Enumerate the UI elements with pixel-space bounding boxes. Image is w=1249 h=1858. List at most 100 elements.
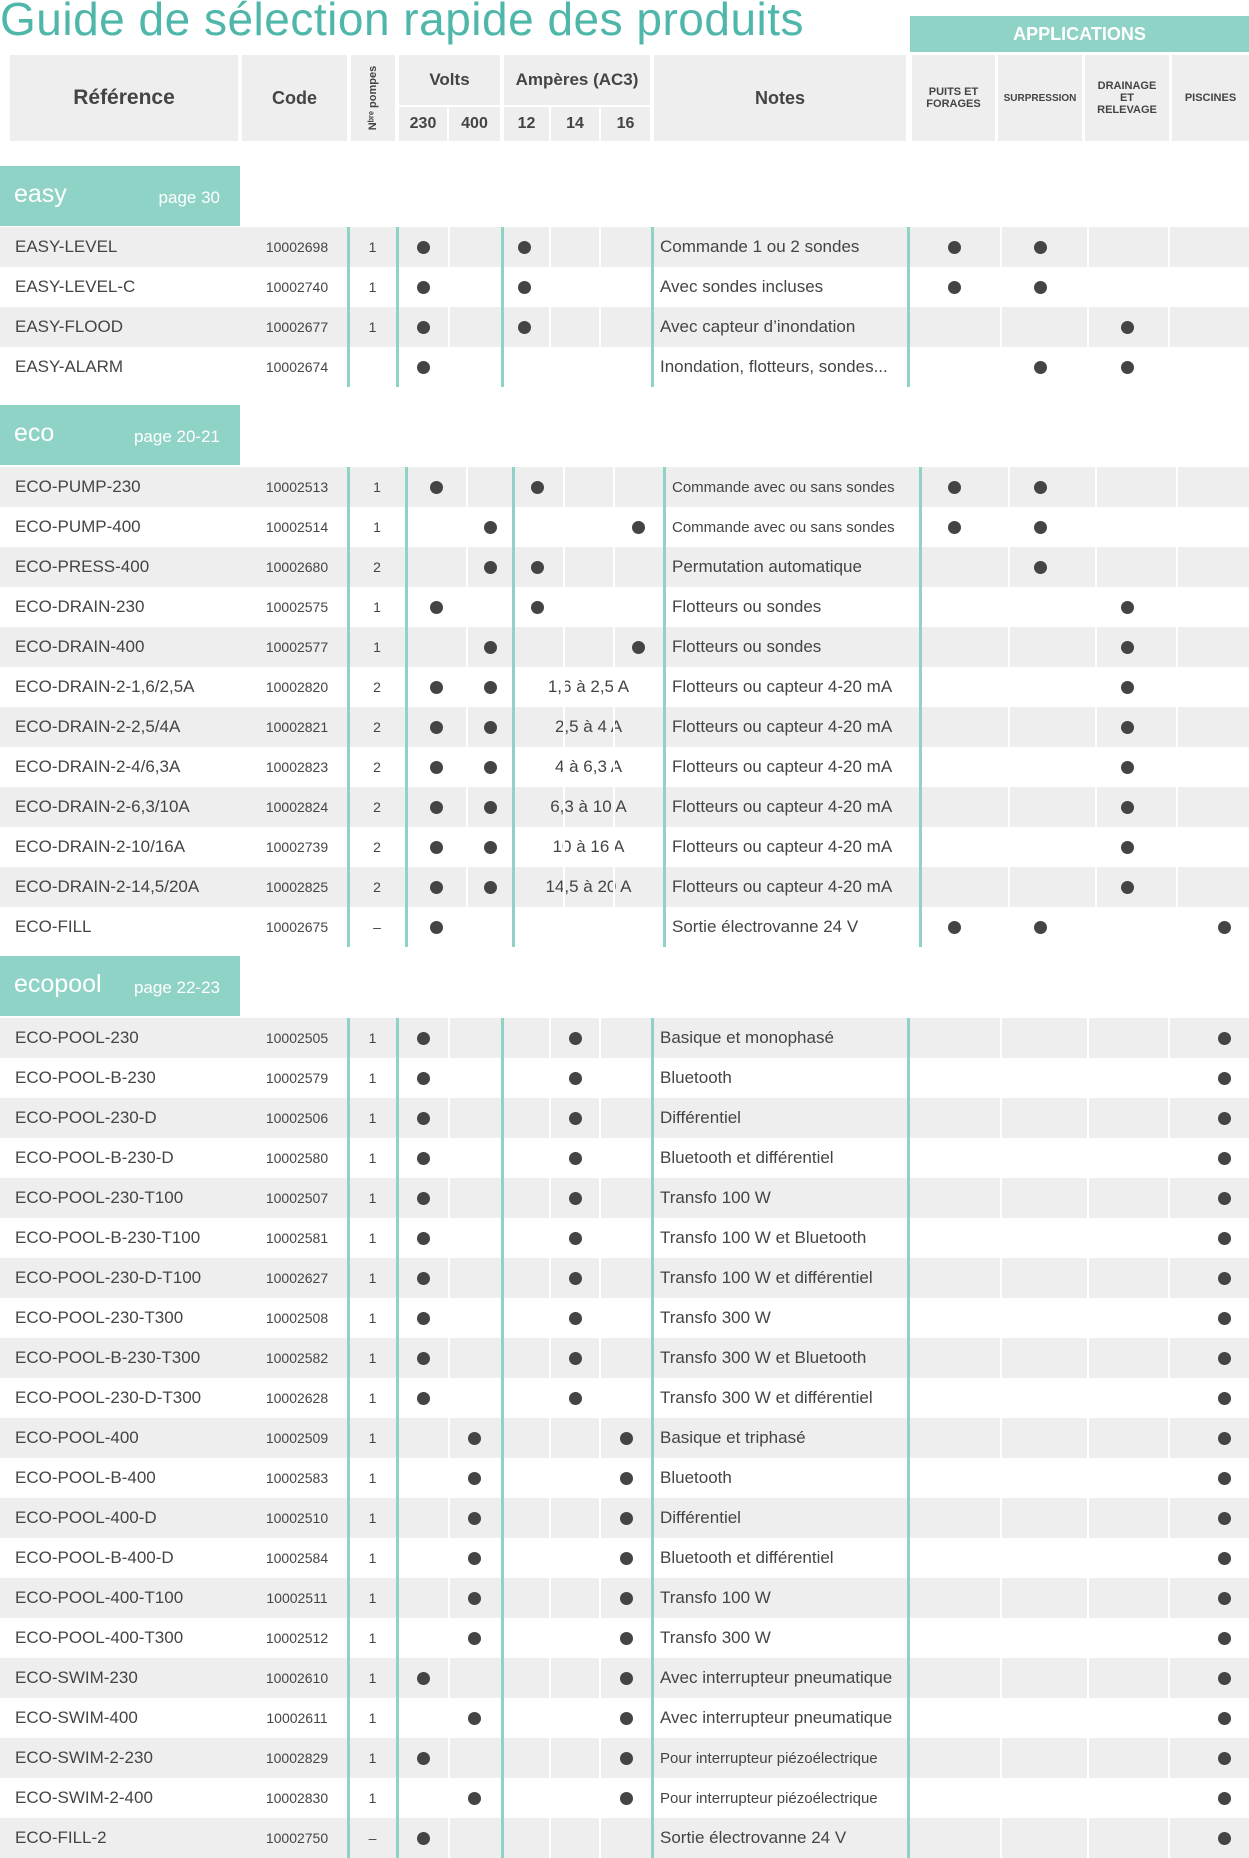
section-name: eco	[14, 419, 55, 447]
pumps-cell: 2	[373, 679, 381, 695]
app-pool-dot	[1218, 1392, 1231, 1405]
pumps-cell: 1	[368, 1790, 377, 1806]
notes-cell: Transfo 300 W	[660, 1628, 771, 1647]
reference-cell: EASY-ALARM	[15, 357, 124, 376]
code-cell: 10002820	[265, 679, 329, 695]
code-cell: 10002824	[265, 799, 329, 815]
notes-cell: Inondation, flotteurs, sondes...	[660, 357, 888, 376]
app-drain-dot	[1121, 721, 1134, 734]
reference-cell: ECO-FILL-2	[15, 1828, 107, 1847]
volts-230-dot	[417, 321, 430, 334]
column-separator	[396, 1018, 399, 1858]
code-cell: 10002823	[265, 759, 329, 775]
reference-cell: ECO-DRAIN-2-6,3/10A	[15, 797, 190, 816]
code-cell: 10002825	[265, 879, 329, 895]
app-pool-dot	[1218, 1832, 1231, 1845]
pumps-cell: 1	[368, 1550, 377, 1566]
table-row: ECO-SWIM-2-400 10002830 1 Pour interrupteur…	[0, 1778, 1249, 1818]
pumps-cell: 2	[373, 799, 381, 815]
table-row: ECO-POOL-230-T300 10002508 1 Transfo 300 W	[0, 1298, 1249, 1338]
app-wells-dot	[948, 521, 961, 534]
volts-230-dot	[417, 1232, 430, 1245]
app-pool-dot	[1218, 1072, 1231, 1085]
amp-14-dot	[569, 1152, 582, 1165]
amp-14-dot	[569, 1192, 582, 1205]
app-drain-dot	[1121, 881, 1134, 894]
app-boost-dot	[1034, 481, 1047, 494]
code-cell: 10002581	[265, 1230, 329, 1246]
table-row: ECO-FILL-2 10002750 – Sortie électrovanne 2…	[0, 1818, 1249, 1858]
cell-divider	[466, 467, 468, 947]
app-wells-dot	[948, 481, 961, 494]
amp-16-dot	[620, 1712, 633, 1725]
code-cell: 10002508	[265, 1310, 329, 1326]
pumps-cell: 1	[368, 1190, 377, 1206]
applications-banner: APPLICATIONS	[910, 16, 1249, 52]
reference-cell: ECO-POOL-B-400	[15, 1468, 156, 1487]
amp-12-dot	[531, 481, 544, 494]
table-row: ECO-POOL-B-230 10002579 1 Bluetooth	[0, 1058, 1249, 1098]
amp-16-dot	[620, 1552, 633, 1565]
notes-cell: Transfo 100 W	[660, 1588, 771, 1607]
table-row: ECO-POOL-230-D-T300 10002628 1 Transfo 300 …	[0, 1378, 1249, 1418]
volts-230-dot	[417, 1392, 430, 1405]
app-boost-dot	[1034, 281, 1047, 294]
app-drain-dot	[1121, 801, 1134, 814]
table-row: EASY-LEVEL-C 10002740 1 Avec sondes incluse…	[0, 267, 1249, 307]
code-cell: 10002580	[265, 1150, 329, 1166]
notes-cell: Flotteurs ou sondes	[672, 637, 822, 656]
table-row: ECO-POOL-400-T300 10002512 1 Transfo 300 W	[0, 1618, 1249, 1658]
pumps-cell: 2	[373, 879, 381, 895]
notes-cell: Transfo 300 W	[660, 1308, 771, 1327]
cell-divider	[1095, 467, 1097, 947]
code-cell: 10002611	[266, 1710, 328, 1726]
amp-14-dot	[569, 1312, 582, 1325]
reference-cell: ECO-DRAIN-400	[15, 637, 145, 656]
reference-cell: ECO-SWIM-2-400	[15, 1788, 153, 1807]
cell-divider	[448, 1018, 450, 1858]
pumps-cell: 1	[368, 1710, 377, 1726]
header-pumps-label: Nᵇʳᵉ pompes	[367, 65, 380, 131]
header-code: Code	[242, 55, 347, 141]
notes-cell: Transfo 100 W	[660, 1188, 771, 1207]
volts-230-dot	[430, 601, 443, 614]
cell-divider	[599, 1018, 601, 1858]
pumps-cell: 1	[373, 599, 381, 615]
app-boost-dot	[1034, 521, 1047, 534]
code-cell: 10002674	[265, 359, 329, 375]
amp-range-cell: 6,3 à 10 A	[550, 797, 627, 816]
volts-230-dot	[417, 1312, 430, 1325]
notes-cell: Bluetooth	[660, 1068, 732, 1087]
reference-cell: ECO-POOL-230-D-T100	[15, 1268, 202, 1287]
pumps-cell: 1	[368, 239, 377, 255]
cell-divider	[613, 467, 615, 947]
notes-cell: Transfo 100 W et différentiel	[660, 1268, 873, 1287]
reference-cell: ECO-PUMP-400	[15, 517, 141, 536]
volts-230-dot	[417, 361, 430, 374]
reference-cell: ECO-POOL-230-T300	[15, 1308, 184, 1327]
table-row: ECO-POOL-400 10002509 1 Basique et triphasé	[0, 1418, 1249, 1458]
code-cell: 10002510	[265, 1510, 329, 1526]
cell-divider	[599, 227, 601, 387]
app-boost-dot	[1034, 241, 1047, 254]
volts-230-dot	[417, 1752, 430, 1765]
amp-range-cell: 4 à 6,3 A	[554, 757, 623, 776]
reference-cell: ECO-POOL-B-230-T300	[15, 1348, 201, 1367]
amp-14-dot	[569, 1112, 582, 1125]
section-page: page 20-21	[133, 427, 220, 446]
amp-14-dot	[569, 1032, 582, 1045]
volts-230-dot	[430, 721, 443, 734]
volts-230-dot	[417, 241, 430, 254]
header-app-drain: DRAINAGE ET RELEVAGE	[1085, 55, 1169, 141]
table-row: EASY-FLOOD 10002677 1 Avec capteur d’inonda…	[0, 307, 1249, 347]
app-pool-dot	[1218, 1232, 1231, 1245]
amp-12-dot	[518, 241, 531, 254]
reference-cell: ECO-POOL-230	[15, 1028, 139, 1047]
code-cell: 10002677	[265, 319, 329, 335]
cell-divider	[448, 227, 450, 387]
pumps-cell: 1	[368, 1110, 377, 1126]
code-cell: 10002821	[265, 719, 329, 735]
reference-cell: ECO-SWIM-400	[15, 1708, 138, 1727]
pumps-cell: 1	[368, 1750, 377, 1766]
table-row: ECO-POOL-B-230-T300 10002582 1 Transfo 300 …	[0, 1338, 1249, 1378]
